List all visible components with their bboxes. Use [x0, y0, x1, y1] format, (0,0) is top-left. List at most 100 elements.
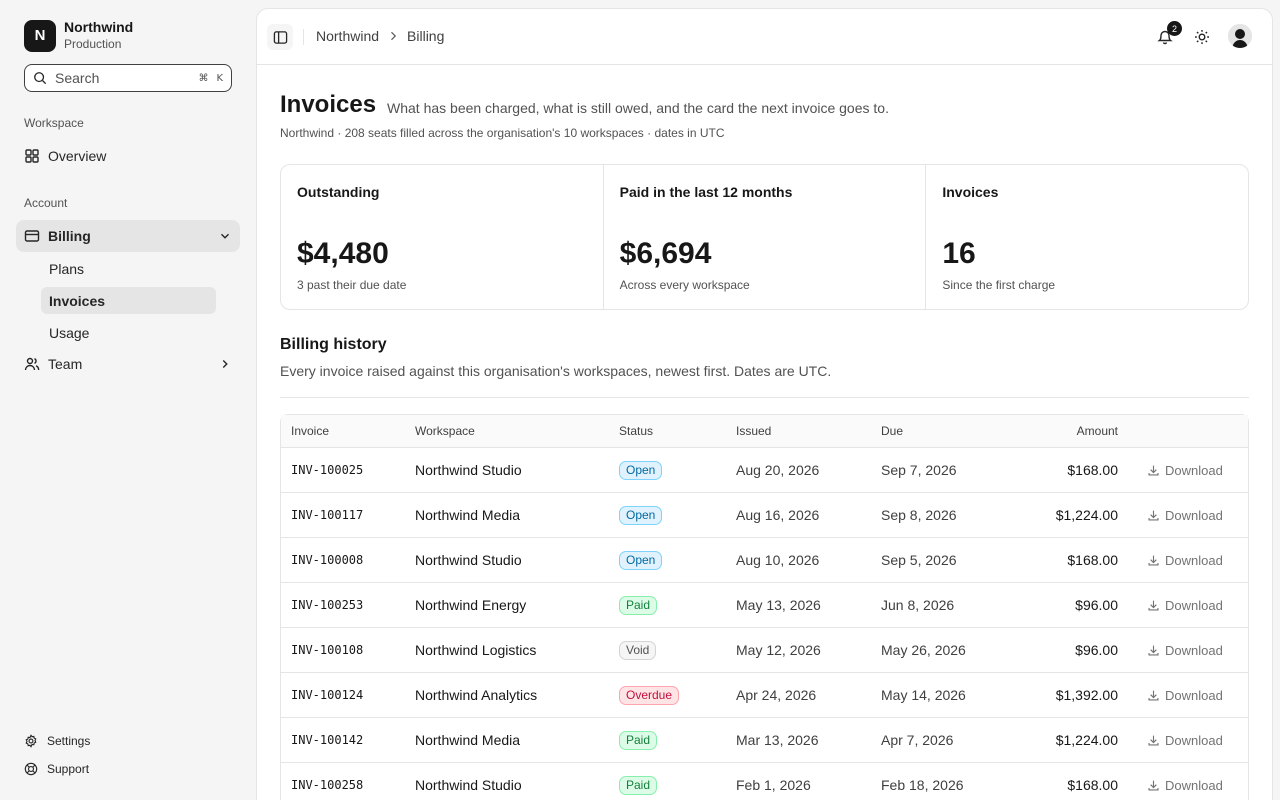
- invoice-status-cell: Overdue: [619, 673, 680, 717]
- invoice-status-cell: Paid: [619, 763, 658, 800]
- theme-toggle-button[interactable]: [1190, 25, 1214, 49]
- download-button[interactable]: Download: [1147, 538, 1223, 582]
- download-button[interactable]: Download: [1147, 763, 1223, 800]
- org-name: Northwind: [64, 19, 134, 35]
- sun-icon: [1195, 30, 1209, 44]
- sidebar-toggle-button[interactable]: [267, 24, 293, 50]
- sidebar-item-label: Team: [48, 356, 83, 372]
- main-panel: Northwind Billing 2 Invoices What has be…: [256, 8, 1273, 800]
- breadcrumb-item-billing[interactable]: Billing: [407, 28, 444, 44]
- org-logo: N: [24, 19, 56, 52]
- download-button[interactable]: Download: [1147, 583, 1223, 627]
- download-button[interactable]: Download: [1147, 718, 1223, 762]
- invoice-workspace: Northwind Media: [415, 732, 521, 748]
- invoice-status-cell: Paid: [619, 718, 658, 762]
- invoice-id: INV-100008: [291, 553, 364, 567]
- stat-value: 16: [942, 237, 976, 270]
- invoice-id: INV-100025: [291, 463, 364, 477]
- org-switcher[interactable]: N Northwind Production: [24, 19, 133, 52]
- search-icon: [34, 72, 47, 85]
- download-label: Download: [1165, 642, 1223, 658]
- invoice-due: May 26, 2026: [881, 642, 966, 658]
- download-button[interactable]: Download: [1147, 493, 1223, 537]
- download-icon: [1148, 510, 1159, 521]
- sidebar-item-overview[interactable]: Overview: [16, 140, 240, 172]
- sidebar-item-plans[interactable]: Plans: [41, 255, 216, 282]
- download-label: Download: [1165, 597, 1223, 613]
- user-avatar-icon: [1228, 24, 1252, 48]
- invoice-issued: Aug 10, 2026: [736, 552, 820, 568]
- stat-note: Across every workspace: [619, 278, 750, 292]
- sidebar-item-support[interactable]: Support: [24, 762, 89, 776]
- sidebar-item-invoices[interactable]: Invoices: [41, 287, 216, 314]
- table-body: INV-100025 Northwind Studio Open Aug 20, 20…: [281, 448, 1248, 800]
- download-icon: [1148, 645, 1159, 656]
- status-badge: Void: [619, 640, 657, 660]
- invoice-amount: $1,224.00: [1055, 732, 1118, 748]
- chevron-right-icon[interactable]: [218, 357, 232, 371]
- topbar-divider: [303, 29, 304, 45]
- invoice-workspace: Northwind Studio: [415, 462, 522, 478]
- stat-note: Since the first charge: [942, 278, 1056, 292]
- column-header-amount: Amount: [1076, 424, 1118, 438]
- invoice-due: May 14, 2026: [881, 687, 966, 703]
- invoice-issued: Aug 16, 2026: [736, 507, 820, 523]
- invoice-issued: Mar 13, 2026: [736, 732, 819, 748]
- download-icon: [1148, 780, 1159, 791]
- status-badge: Overdue: [619, 685, 680, 705]
- search-placeholder: Search: [55, 70, 100, 86]
- status-badge: Open: [619, 550, 663, 570]
- invoice-workspace: Northwind Logistics: [415, 642, 537, 658]
- shortcut-mod: ⌘: [198, 72, 209, 84]
- breadcrumb-item-org[interactable]: Northwind: [316, 28, 379, 44]
- invoices-table: Invoice Workspace Status Issued Due Amou…: [280, 414, 1249, 800]
- sidebar-item-billing[interactable]: Billing: [16, 220, 240, 252]
- stat-note: 3 past their due date: [297, 278, 407, 292]
- gear-icon: [25, 734, 37, 748]
- sidebar-item-team[interactable]: Team: [16, 348, 240, 380]
- chevron-down-icon[interactable]: [218, 229, 232, 243]
- users-icon: [24, 357, 40, 371]
- invoice-id: INV-100253: [291, 598, 364, 612]
- invoice-id: INV-100258: [291, 778, 364, 792]
- invoice-id: INV-100142: [291, 733, 364, 747]
- status-badge: Paid: [619, 730, 658, 750]
- notification-count-badge: 2: [1167, 21, 1182, 36]
- stat-value: $4,480: [297, 237, 389, 270]
- notifications-button[interactable]: 2: [1153, 21, 1182, 49]
- avatar[interactable]: [1228, 24, 1252, 48]
- lifebuoy-icon: [24, 762, 38, 776]
- download-label: Download: [1165, 507, 1223, 523]
- invoice-status-cell: Open: [619, 538, 663, 582]
- column-header-issued: Issued: [736, 424, 772, 438]
- sidebar-toggle-icon: [273, 30, 287, 44]
- search-input[interactable]: Search ⌘ K: [24, 64, 232, 92]
- invoice-workspace: Northwind Studio: [415, 777, 522, 793]
- stat-paid-12-months: Paid in the last 12 months $6,694 Across…: [604, 165, 927, 309]
- credit-card-icon: [24, 230, 40, 242]
- invoice-due: Jun 8, 2026: [881, 597, 955, 613]
- invoice-id: INV-100124: [291, 688, 364, 702]
- table-row: INV-100108 Northwind Logistics Void May 12,…: [281, 628, 1248, 673]
- column-header-invoice: Invoice: [291, 424, 330, 438]
- section-label-workspace: Workspace: [24, 116, 84, 130]
- download-label: Download: [1165, 462, 1223, 478]
- invoice-issued: May 12, 2026: [736, 642, 821, 658]
- invoice-due: Feb 18, 2026: [881, 777, 964, 793]
- invoice-due: Sep 7, 2026: [881, 462, 957, 478]
- download-button[interactable]: Download: [1147, 673, 1223, 717]
- download-button[interactable]: Download: [1147, 448, 1223, 492]
- breadcrumb: Northwind Billing: [316, 28, 444, 44]
- invoice-issued: Aug 20, 2026: [736, 462, 820, 478]
- section-label-account: Account: [24, 196, 68, 210]
- download-icon: [1148, 465, 1159, 476]
- support-label: Support: [47, 762, 90, 776]
- sidebar-item-settings[interactable]: Settings: [24, 734, 90, 748]
- sidebar-item-label: Billing: [48, 228, 91, 244]
- download-button[interactable]: Download: [1147, 628, 1223, 672]
- invoice-amount: $168.00: [1067, 462, 1118, 478]
- page-subtitle: What has been charged, what is still owe…: [387, 100, 889, 116]
- sidebar-item-usage[interactable]: Usage: [41, 319, 216, 346]
- table-row: INV-100025 Northwind Studio Open Aug 20, 20…: [281, 448, 1248, 493]
- stat-outstanding: Outstanding $4,480 3 past their due date: [281, 165, 604, 309]
